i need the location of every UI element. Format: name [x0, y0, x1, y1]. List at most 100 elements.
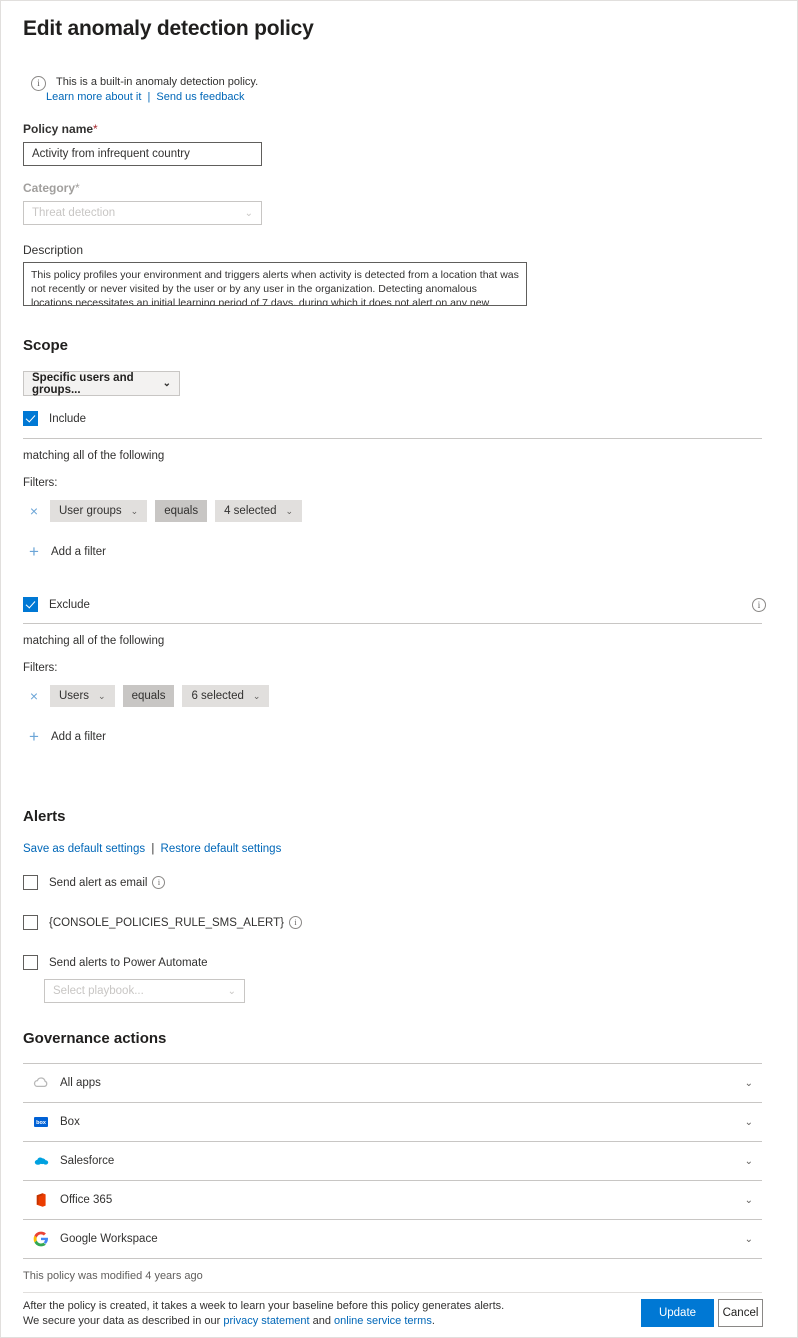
- chevron-down-icon[interactable]: ⌄: [745, 1156, 753, 1167]
- chevron-down-icon: ⌄: [130, 505, 139, 516]
- category-label-text: Category: [23, 181, 76, 195]
- chevron-down-icon: ⌄: [98, 690, 106, 701]
- sms-alert-info-icon[interactable]: i: [289, 916, 303, 929]
- policy-name-label: Policy name*: [23, 122, 98, 136]
- policy-modified-note: This policy was modified 4 years ago: [23, 1270, 203, 1282]
- category-select-value: Threat detection: [32, 207, 116, 219]
- send-alert-email-checkbox[interactable]: [23, 875, 38, 890]
- governance-label: All apps: [60, 1077, 101, 1089]
- exclude-filters-label: Filters:: [23, 662, 58, 674]
- governance-row-all-apps[interactable]: All apps ⌄: [23, 1063, 762, 1102]
- include-checkbox[interactable]: [23, 411, 38, 426]
- sms-alert-checkbox[interactable]: [23, 915, 38, 930]
- svg-text:box: box: [36, 1120, 47, 1126]
- include-matching-text: matching all of the following: [23, 450, 165, 462]
- cancel-button[interactable]: Cancel: [718, 1299, 763, 1327]
- send-feedback-link[interactable]: Send us feedback: [156, 91, 244, 103]
- scope-dropdown-value: Specific users and groups...: [32, 371, 134, 396]
- description-textarea[interactable]: [23, 262, 527, 306]
- exclude-filter-value[interactable]: 6 selected ⌄: [182, 685, 270, 707]
- category-required: *: [75, 181, 80, 195]
- description-label: Description: [23, 243, 84, 257]
- policy-name-input[interactable]: [23, 142, 262, 166]
- built-in-policy-banner: i This is a built-in anomaly detection p…: [31, 75, 258, 104]
- include-filter-operator-label: equals: [164, 505, 199, 517]
- legal-suffix: .: [431, 1315, 435, 1327]
- power-automate-checkbox[interactable]: [23, 955, 38, 970]
- playbook-select: Select playbook... ⌄: [44, 979, 245, 1003]
- alerts-default-links: Save as default settings | Restore defau…: [23, 843, 281, 855]
- exclude-checkbox[interactable]: [23, 597, 38, 612]
- power-automate-label: Send alerts to Power Automate: [49, 956, 208, 969]
- legal-prefix: We secure your data as described in our: [23, 1315, 224, 1327]
- chevron-down-icon: ⌄: [244, 207, 253, 219]
- learn-more-link[interactable]: Learn more about it: [46, 91, 141, 103]
- include-add-filter-label: Add a filter: [51, 546, 106, 558]
- exclude-filter-operator-label: equals: [131, 690, 166, 702]
- exclude-divider: [23, 623, 762, 624]
- update-button[interactable]: Update: [641, 1299, 714, 1327]
- send-alert-email-info-icon[interactable]: i: [152, 876, 166, 889]
- include-filter-operator: equals: [155, 500, 208, 522]
- save-default-settings-link[interactable]: Save as default settings: [23, 843, 145, 855]
- chevron-down-icon: ⌄: [162, 378, 171, 389]
- exclude-matching-text: matching all of the following: [23, 635, 165, 647]
- send-alert-email-label: Send alert as email: [49, 876, 148, 889]
- governance-label: Salesforce: [60, 1155, 115, 1167]
- include-filter-value-label: 4 selected: [224, 505, 277, 517]
- sms-alert-row[interactable]: {CONSOLE_POLICIES_RULE_SMS_ALERT} i: [23, 915, 303, 930]
- exclude-filter-operator: equals: [122, 685, 175, 707]
- chevron-down-icon[interactable]: ⌄: [745, 1195, 753, 1206]
- legal-line: We secure your data as described in our …: [23, 1314, 623, 1329]
- governance-row-office365[interactable]: Office 365 ⌄: [23, 1180, 762, 1219]
- privacy-statement-link[interactable]: privacy statement: [223, 1315, 309, 1327]
- exclude-filter-field[interactable]: Users ⌄: [50, 685, 115, 707]
- remove-filter-icon[interactable]: ×: [26, 688, 42, 704]
- chevron-down-icon: ⌄: [227, 985, 236, 997]
- online-service-terms-link[interactable]: online service terms: [334, 1315, 432, 1327]
- restore-default-settings-link[interactable]: Restore default settings: [161, 843, 282, 855]
- governance-row-salesforce[interactable]: Salesforce ⌄: [23, 1141, 762, 1180]
- banner-text: This is a built-in anomaly detection pol…: [56, 76, 259, 88]
- governance-label: Box: [60, 1116, 80, 1128]
- include-divider: [23, 438, 762, 439]
- governance-row-google-workspace[interactable]: Google Workspace ⌄: [23, 1219, 762, 1258]
- remove-filter-icon[interactable]: ×: [26, 503, 42, 519]
- category-select: Threat detection ⌄: [23, 201, 262, 225]
- chevron-down-icon[interactable]: ⌄: [745, 1234, 753, 1245]
- info-icon: i: [31, 76, 46, 91]
- alerts-link-separator: |: [151, 843, 155, 855]
- exclude-info-icon[interactable]: i: [752, 598, 766, 612]
- exclude-filter-value-label: 6 selected: [191, 690, 244, 702]
- cloud-icon: [33, 1075, 49, 1091]
- edit-anomaly-detection-policy-page: Edit anomaly detection policy i This is …: [0, 0, 798, 1338]
- exclude-label: Exclude: [49, 598, 90, 611]
- plus-icon: +: [29, 542, 39, 561]
- power-automate-row[interactable]: Send alerts to Power Automate: [23, 955, 208, 970]
- include-filter-value[interactable]: 4 selected ⌄: [215, 500, 303, 522]
- scope-dropdown[interactable]: Specific users and groups... ⌄: [23, 371, 180, 396]
- exclude-add-filter-button[interactable]: + Add a filter: [26, 728, 106, 745]
- include-add-filter-button[interactable]: + Add a filter: [26, 542, 106, 561]
- baseline-note: After the policy is created, it takes a …: [23, 1300, 505, 1312]
- governance-section-title: Governance actions: [23, 1030, 167, 1047]
- chevron-down-icon: ⌄: [252, 690, 261, 701]
- chevron-down-icon: ⌄: [285, 505, 294, 516]
- chevron-down-icon[interactable]: ⌄: [745, 1117, 753, 1128]
- exclude-checkbox-row[interactable]: Exclude: [23, 597, 90, 612]
- send-alert-email-row[interactable]: Send alert as email i: [23, 875, 166, 890]
- include-checkbox-row[interactable]: Include: [23, 411, 86, 426]
- category-label: Category*: [23, 181, 80, 195]
- exclude-filter-row: × Users ⌄ equals 6 selected ⌄: [26, 685, 270, 707]
- legal-mid: and: [309, 1315, 335, 1327]
- chevron-down-icon[interactable]: ⌄: [745, 1078, 753, 1089]
- footer-divider: [23, 1292, 762, 1293]
- sms-alert-label: {CONSOLE_POLICIES_RULE_SMS_ALERT}: [49, 916, 285, 929]
- footer-legal-text: After the policy is created, it takes a …: [23, 1299, 623, 1329]
- google-icon: [33, 1231, 49, 1247]
- exclude-add-filter-label: Add a filter: [51, 731, 106, 743]
- include-filter-field[interactable]: User groups ⌄: [50, 500, 148, 522]
- include-label: Include: [49, 412, 87, 425]
- governance-row-box[interactable]: box Box ⌄: [23, 1102, 762, 1141]
- policy-name-required: *: [93, 122, 98, 136]
